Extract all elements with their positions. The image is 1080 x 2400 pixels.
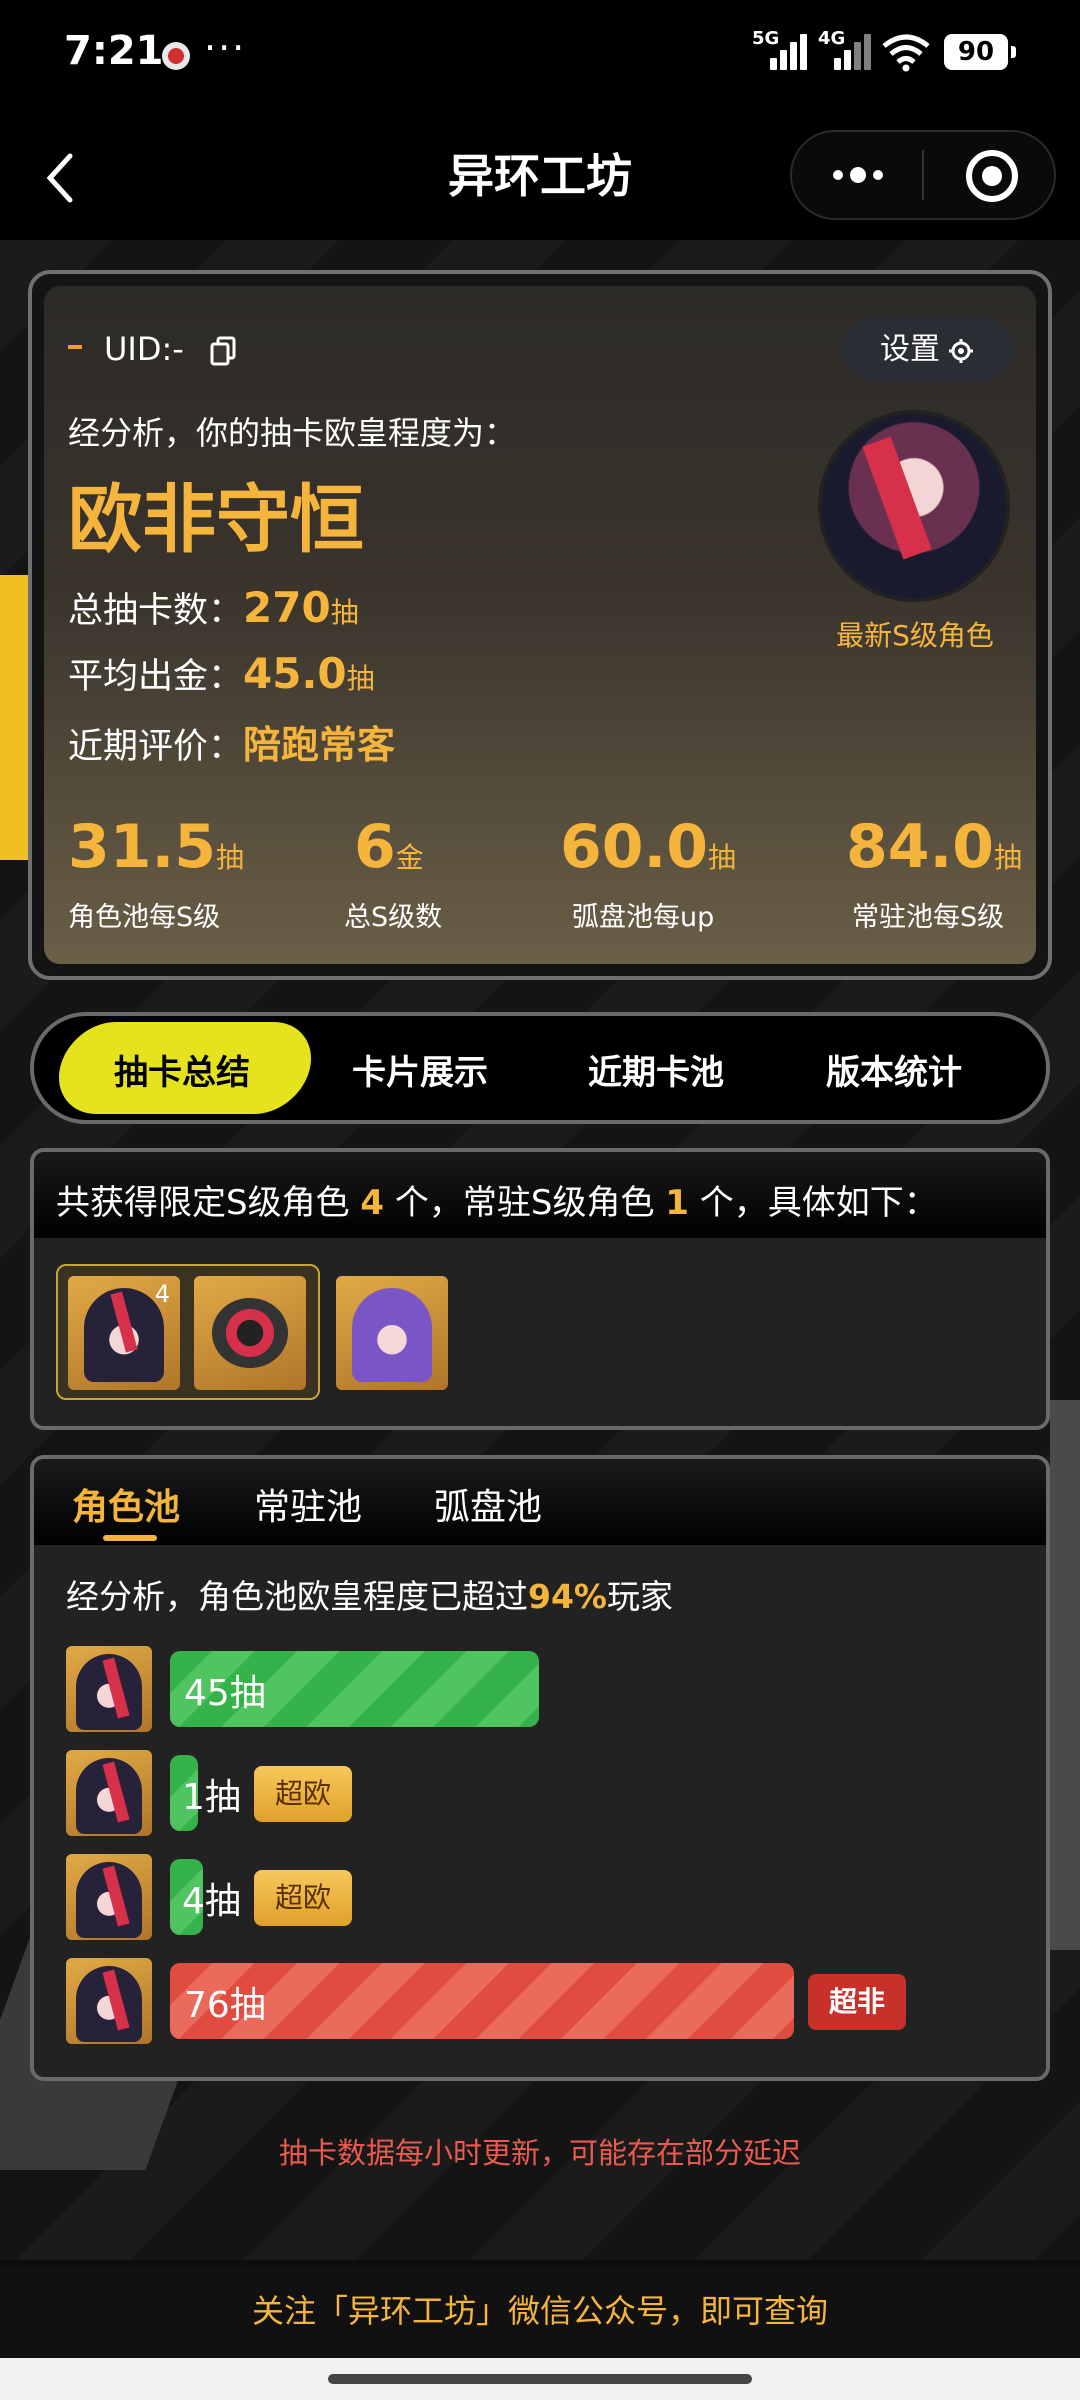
total-pulls-row: 总抽卡数：270抽 bbox=[68, 582, 359, 633]
pool-tab-disc[interactable]: 弧盘池 bbox=[434, 1478, 542, 1530]
limited-count: 4 bbox=[360, 1183, 385, 1223]
pull-character-avatar bbox=[66, 1854, 152, 1940]
notification-icon bbox=[162, 42, 190, 70]
background-accent bbox=[1050, 1400, 1080, 1950]
stat-value: 6 bbox=[354, 812, 396, 882]
stat-value: 84.0 bbox=[846, 812, 995, 882]
gear-icon bbox=[949, 339, 973, 363]
analysis-text: 经分析，你的抽卡欧皇程度为： bbox=[68, 414, 517, 452]
pull-count-label: 4抽 bbox=[182, 1881, 241, 1922]
average-row: 平均出金：45.0抽 bbox=[68, 648, 375, 699]
average-unit: 抽 bbox=[346, 662, 375, 695]
status-time: 7:21 bbox=[64, 28, 164, 74]
character-card[interactable]: 4 bbox=[68, 1276, 180, 1390]
total-pulls-label: 总抽卡数： bbox=[68, 591, 244, 631]
close-mini-program-icon[interactable] bbox=[966, 150, 1018, 202]
more-icon[interactable] bbox=[828, 160, 888, 190]
stat-label: 常驻池每S级 bbox=[852, 902, 1005, 933]
pull-character-avatar bbox=[66, 1750, 152, 1836]
average-value: 45.0 bbox=[243, 649, 347, 698]
pool-analysis: 经分析，角色池欧皇程度已超过94%玩家 bbox=[66, 1570, 673, 1618]
settings-button[interactable]: 设置 bbox=[842, 318, 1014, 382]
obtained-text: 共获得限定S级角色 bbox=[56, 1183, 361, 1223]
stat-value: 31.5 bbox=[68, 812, 217, 882]
luck-badge: 超欧 bbox=[254, 1870, 352, 1926]
luck-rank: 欧非守恒 bbox=[68, 477, 364, 563]
signal-icon bbox=[766, 30, 810, 70]
pool-analysis-percent: 94% bbox=[528, 1577, 607, 1616]
tab-cards[interactable]: 卡片展示 bbox=[352, 1045, 488, 1094]
average-label: 平均出金： bbox=[68, 657, 244, 697]
wifi-icon bbox=[882, 34, 930, 72]
follow-hint[interactable]: 关注「异环工坊」微信公众号，即可查询 bbox=[0, 2286, 1080, 2332]
pull-count-label: 45抽 bbox=[184, 1673, 266, 1714]
stat-unit: 抽 bbox=[994, 841, 1023, 874]
home-indicator[interactable] bbox=[328, 2374, 752, 2384]
capsule-divider bbox=[922, 150, 924, 200]
recent-rating-label: 近期评价： bbox=[68, 727, 244, 767]
duplicate-count: 4 bbox=[154, 1280, 170, 1308]
stat-item: 84.0抽 bbox=[846, 812, 1022, 882]
battery-icon: 90 bbox=[944, 34, 1016, 70]
stat-item: 60.0抽 bbox=[560, 812, 736, 882]
recent-rating-value: 陪跑常客 bbox=[243, 723, 396, 767]
copy-icon[interactable] bbox=[210, 336, 236, 366]
pull-character-avatar bbox=[66, 1646, 152, 1732]
tab-summary[interactable]: 抽卡总结 bbox=[114, 1045, 250, 1094]
total-pulls-unit: 抽 bbox=[330, 596, 359, 629]
uid-marker bbox=[68, 345, 82, 349]
stat-label: 弧盘池每up bbox=[572, 902, 715, 933]
stat-item: 6金 bbox=[354, 812, 424, 882]
latest-s-character-avatar bbox=[818, 410, 1010, 602]
pool-analysis-text: 经分析，角色池欧皇程度已超过 bbox=[66, 1577, 528, 1616]
luck-badge: 超非 bbox=[808, 1974, 906, 2030]
signal-icon bbox=[830, 30, 874, 70]
tab-recent-pools[interactable]: 近期卡池 bbox=[588, 1045, 724, 1094]
obtained-text: 个，常驻S级角色 bbox=[384, 1183, 666, 1223]
stat-value: 60.0 bbox=[560, 812, 709, 882]
tab-version-stats[interactable]: 版本统计 bbox=[826, 1045, 962, 1094]
pull-count-label: 76抽 bbox=[184, 1985, 266, 2026]
obtained-summary: 共获得限定S级角色 4 个，常驻S级角色 1 个，具体如下： bbox=[56, 1175, 938, 1224]
recent-rating-row: 近期评价：陪跑常客 bbox=[68, 714, 395, 769]
stat-unit: 抽 bbox=[216, 841, 245, 874]
stat-unit: 抽 bbox=[708, 841, 737, 874]
total-pulls-value: 270 bbox=[243, 583, 331, 632]
pool-tab-underline bbox=[103, 1535, 157, 1541]
background-accent bbox=[0, 575, 28, 860]
pool-analysis-text: 玩家 bbox=[607, 1577, 673, 1616]
character-card[interactable] bbox=[336, 1276, 448, 1390]
stat-unit: 金 bbox=[395, 841, 424, 874]
standard-count: 1 bbox=[665, 1183, 689, 1223]
luck-badge: 超欧 bbox=[254, 1766, 352, 1822]
settings-label: 设置 bbox=[880, 332, 940, 367]
uid-label: UID:- bbox=[104, 330, 184, 368]
latest-s-label: 最新S级角色 bbox=[836, 619, 994, 652]
obtained-text: 个，具体如下： bbox=[688, 1183, 938, 1223]
stat-item: 31.5抽 bbox=[68, 812, 244, 882]
stat-label: 角色池每S级 bbox=[68, 902, 221, 933]
pull-count-label: 1抽 bbox=[182, 1777, 241, 1818]
pool-tab-standard[interactable]: 常驻池 bbox=[254, 1478, 362, 1530]
pull-character-avatar bbox=[66, 1958, 152, 2044]
update-note: 抽卡数据每小时更新，可能存在部分延迟 bbox=[278, 2136, 801, 2170]
status-more: ··· bbox=[204, 26, 247, 70]
disc-card[interactable] bbox=[194, 1276, 306, 1390]
stat-label: 总S级数 bbox=[344, 902, 443, 933]
pool-tab-character[interactable]: 角色池 bbox=[72, 1478, 180, 1530]
